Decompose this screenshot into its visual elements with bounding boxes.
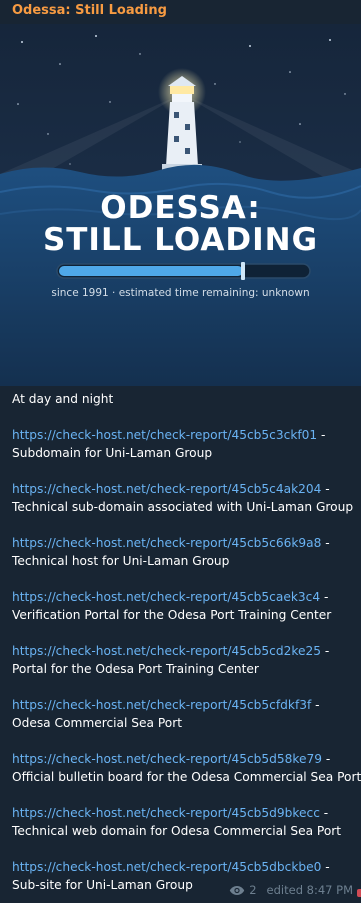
- link-entry: https://check-host.net/check-report/45cb…: [12, 426, 357, 462]
- link-description: Technical web domain for Odesa Commercia…: [12, 824, 342, 838]
- link-description: Odesa Commercial Sea Port: [12, 716, 183, 730]
- report-link[interactable]: https://check-host.net/check-report/45cb…: [12, 644, 321, 658]
- separator-dash: -: [319, 806, 329, 820]
- message-intro: At day and night: [12, 392, 114, 406]
- eye-icon: [230, 885, 245, 895]
- link-row: https://check-host.net/check-report/45cb…: [12, 588, 357, 606]
- link-row: https://check-host.net/check-report/45cb…: [12, 750, 357, 768]
- link-description: Portal for the Odesa Port Training Cente…: [12, 662, 259, 676]
- message-meta: 2 edited 8:47 PM: [229, 883, 353, 897]
- link-entry: https://check-host.net/check-report/45cb…: [12, 534, 357, 570]
- link-entry: https://check-host.net/check-report/45cb…: [12, 696, 357, 732]
- report-link[interactable]: https://check-host.net/check-report/45cb…: [12, 698, 311, 712]
- link-description: Technical host for Uni-Laman Group: [12, 554, 230, 568]
- report-link[interactable]: https://check-host.net/check-report/45cb…: [12, 428, 317, 442]
- link-entry: https://check-host.net/check-report/45cb…: [12, 804, 357, 840]
- reaction-edge: [357, 889, 361, 897]
- progress-cursor: [241, 262, 245, 280]
- link-row: https://check-host.net/check-report/45cb…: [12, 858, 357, 876]
- separator-dash: -: [321, 482, 330, 496]
- link-entry: https://check-host.net/check-report/45cb…: [12, 750, 361, 786]
- view-count: 2: [249, 883, 257, 897]
- link-row: https://check-host.net/check-report/45cb…: [12, 534, 357, 552]
- report-link[interactable]: https://check-host.net/check-report/45cb…: [12, 806, 320, 820]
- separator-dash: -: [321, 536, 330, 550]
- link-row: https://check-host.net/check-report/45cb…: [12, 426, 357, 444]
- separator-dash: -: [317, 428, 326, 442]
- separator-dash: -: [311, 698, 320, 712]
- link-row: https://check-host.net/check-report/45cb…: [12, 480, 357, 498]
- banner-title-line1: ODESSA:: [100, 190, 261, 226]
- report-link[interactable]: https://check-host.net/check-report/45cb…: [12, 482, 321, 496]
- link-entry: https://check-host.net/check-report/45cb…: [12, 642, 357, 678]
- link-entry: https://check-host.net/check-report/45cb…: [12, 588, 357, 624]
- link-row: https://check-host.net/check-report/45cb…: [12, 804, 357, 822]
- link-row: https://check-host.net/check-report/45cb…: [12, 642, 357, 660]
- banner-caption: since 1991 · estimated time remaining: u…: [51, 287, 310, 299]
- link-description: Verification Portal for the Odesa Port T…: [12, 608, 332, 622]
- report-link[interactable]: https://check-host.net/check-report/45cb…: [12, 590, 320, 604]
- report-link[interactable]: https://check-host.net/check-report/45cb…: [12, 860, 321, 874]
- progress-fill: [59, 266, 243, 276]
- link-description: Subdomain for Uni-Laman Group: [12, 446, 213, 460]
- edited-timestamp: edited 8:47 PM: [266, 883, 353, 897]
- report-link[interactable]: https://check-host.net/check-report/45cb…: [12, 536, 321, 550]
- message-text: At day and night https://check-host.net/…: [12, 390, 361, 894]
- post-image[interactable]: ODESSA: STILL LOADING since 1991 · estim…: [0, 24, 361, 386]
- link-row: https://check-host.net/check-report/45cb…: [12, 696, 357, 714]
- link-entry: https://check-host.net/check-report/45cb…: [12, 480, 357, 516]
- separator-dash: -: [322, 752, 331, 766]
- banner-title-line2: STILL LOADING: [42, 222, 319, 258]
- channel-title[interactable]: Odessa: Still Loading: [12, 2, 167, 20]
- report-link[interactable]: https://check-host.net/check-report/45cb…: [12, 752, 322, 766]
- separator-dash: -: [321, 860, 330, 874]
- separator-dash: -: [320, 644, 330, 658]
- channel-post: Odessa: Still Loading ODESSA: STILL LOAD…: [0, 0, 361, 903]
- entry-list: https://check-host.net/check-report/45cb…: [12, 426, 361, 894]
- link-description: Technical sub-domain associated with Uni…: [12, 500, 354, 514]
- link-description: Official bulletin board for the Odesa Co…: [12, 770, 361, 784]
- separator-dash: -: [320, 590, 329, 604]
